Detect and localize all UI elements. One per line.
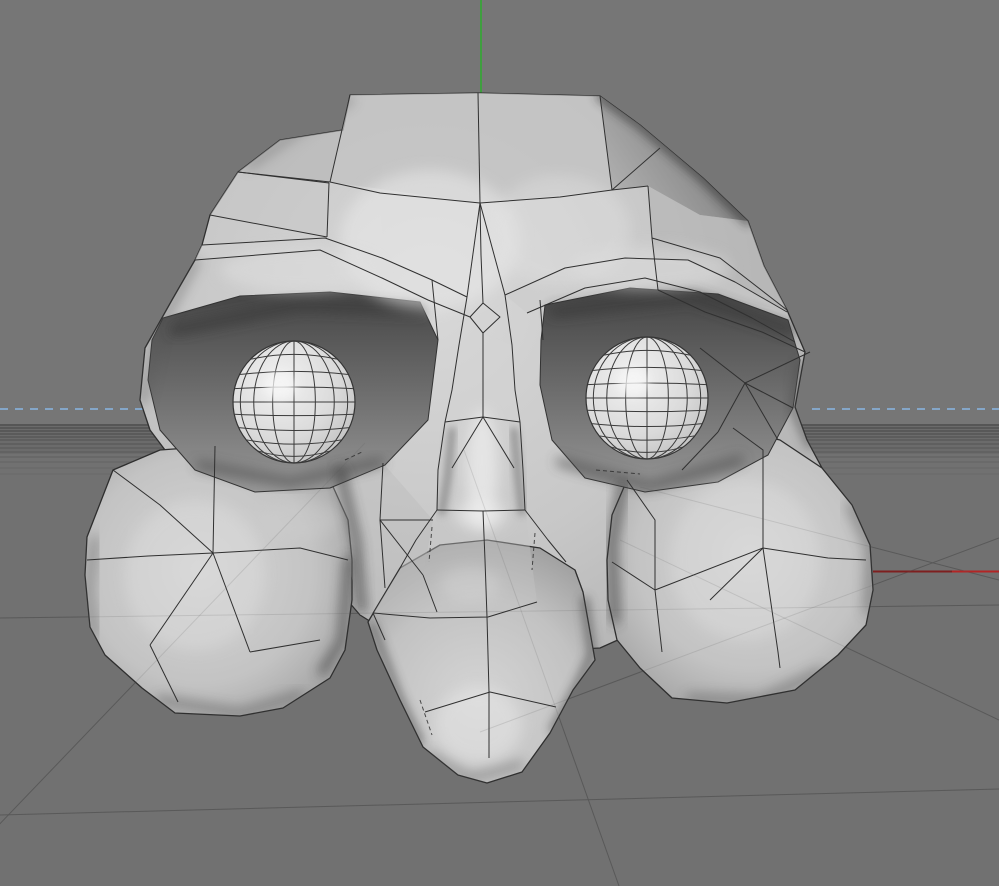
eyeball-right[interactable]: [585, 336, 709, 460]
eye-specular-highlight: [617, 369, 649, 395]
scene-svg: [0, 0, 999, 886]
eyeball-left[interactable]: [232, 340, 356, 464]
viewport-3d[interactable]: [0, 0, 999, 886]
eye-specular-highlight: [264, 373, 296, 399]
